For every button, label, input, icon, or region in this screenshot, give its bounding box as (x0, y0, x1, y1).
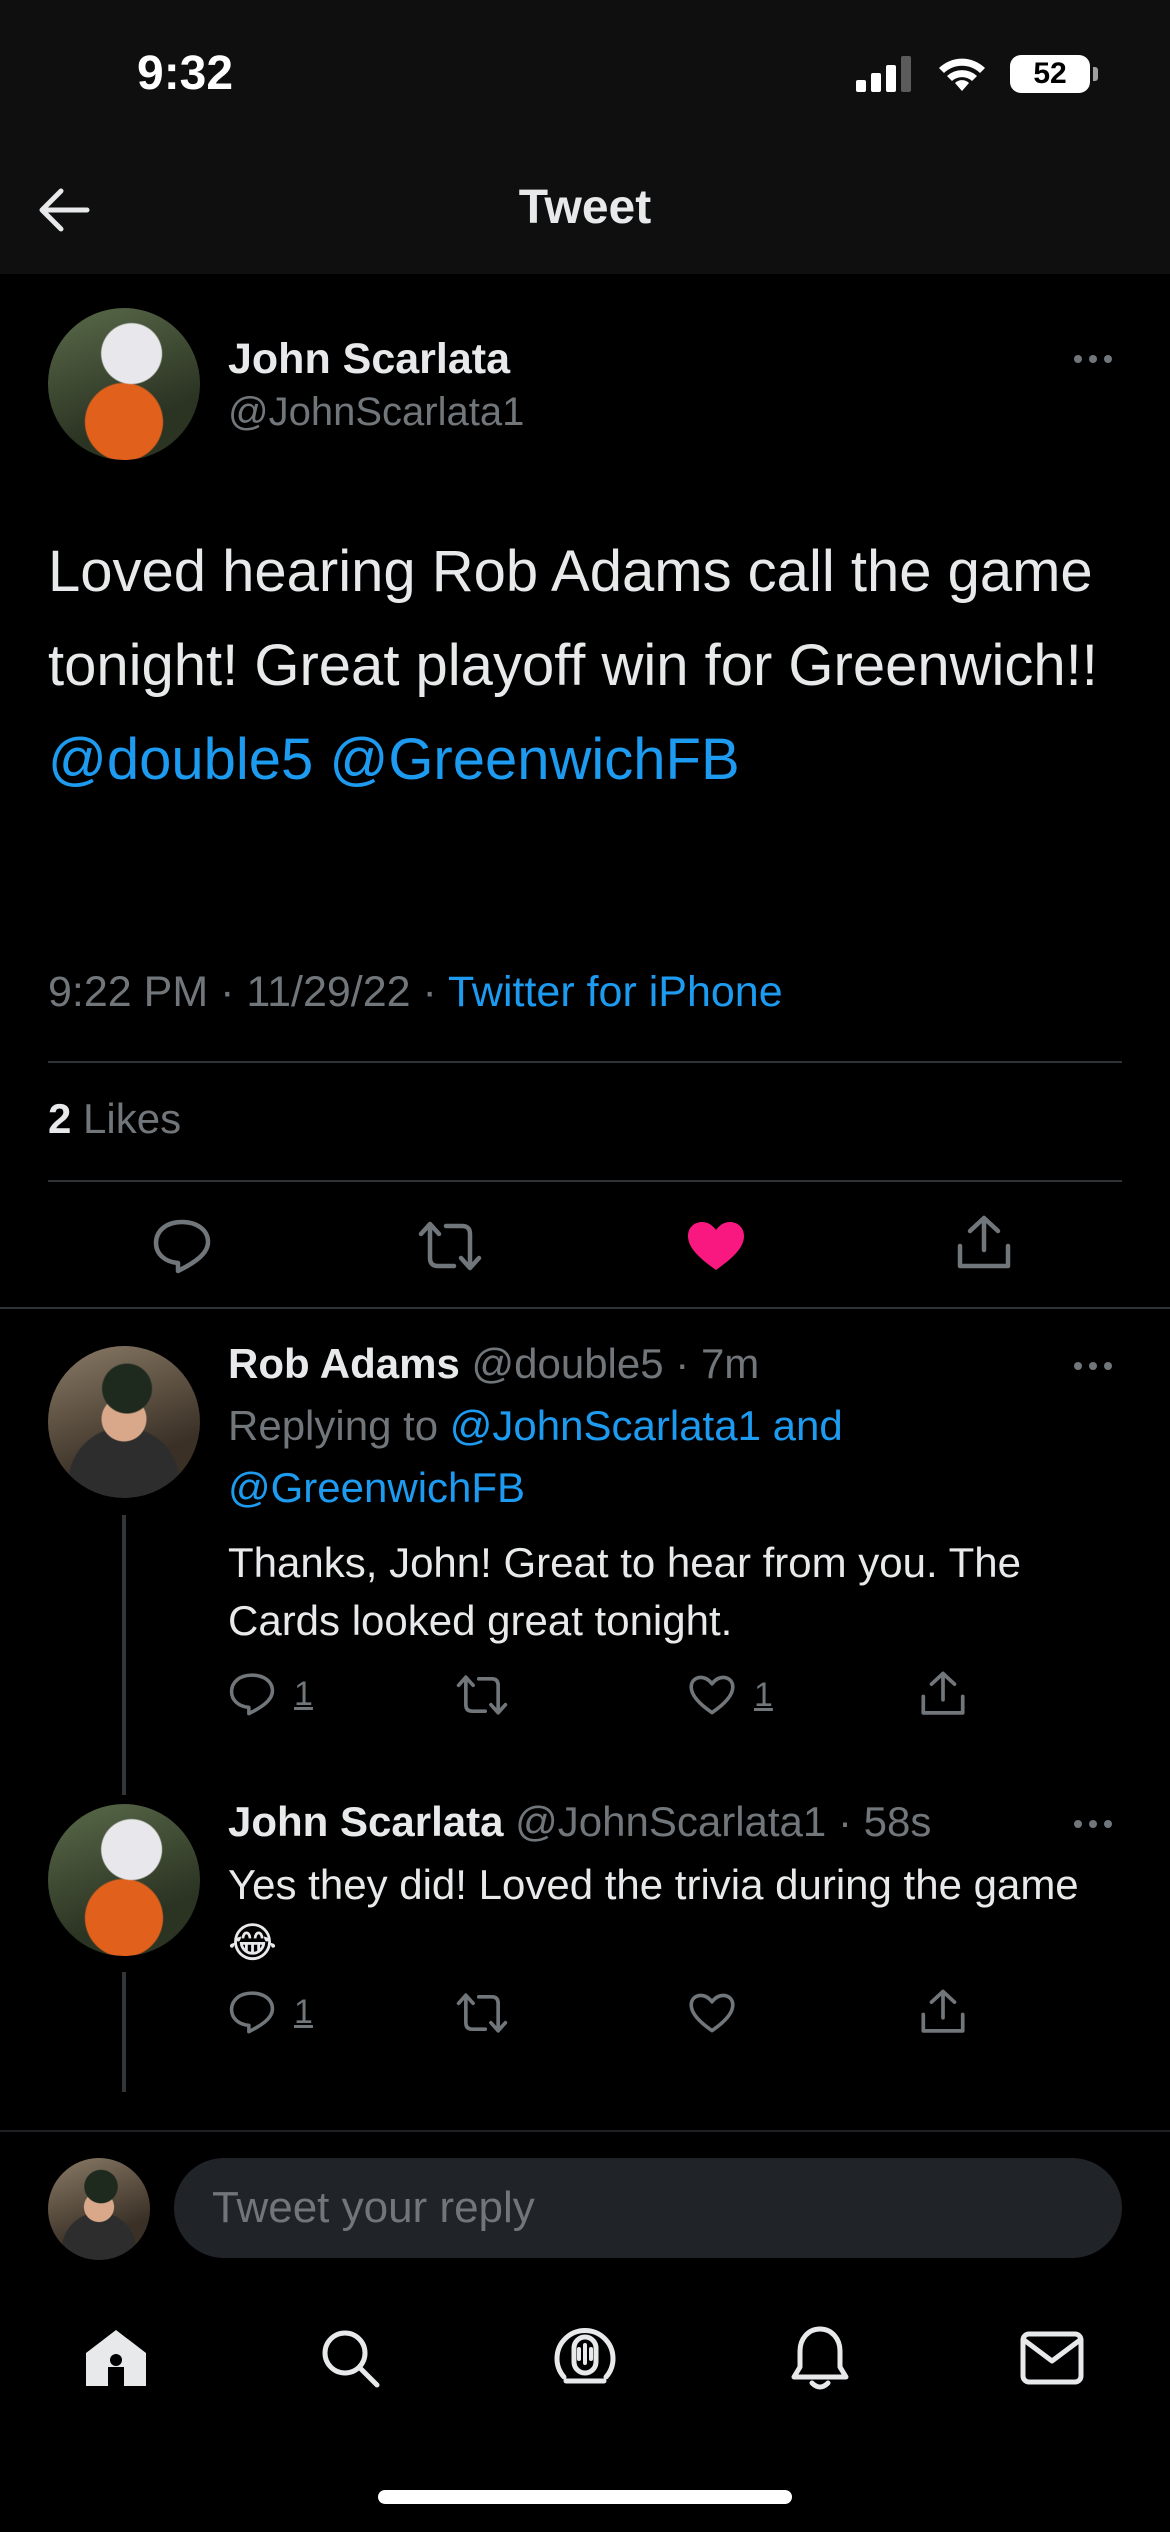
home-icon (86, 2330, 146, 2386)
reply-count: 1 (294, 1992, 313, 2031)
tab-bar (0, 2290, 1170, 2420)
cellular-signal-icon (856, 56, 911, 92)
retweet-icon (456, 1675, 508, 1715)
battery-indicator: 52 (1010, 55, 1098, 93)
reply-header: Rob Adams @double5 · 7m (228, 1340, 760, 1387)
reply-text: Yes they did! Loved the trivia during th… (228, 1861, 1079, 1966)
tweet-date: 11/29/22 (246, 968, 411, 1016)
likes-label: Likes (83, 1095, 182, 1142)
replying-to-link[interactable]: @JohnScarlata1 and (450, 1402, 843, 1449)
replying-to-label: Replying to (228, 1402, 439, 1449)
heart-icon (689, 1993, 735, 2033)
heart-filled-icon (688, 1222, 744, 1270)
wifi-icon (939, 58, 985, 91)
tweet-more-button[interactable] (1074, 355, 1112, 363)
share-button[interactable] (920, 1670, 966, 1718)
likes-row[interactable]: 2 Likes (48, 1095, 181, 1143)
tweet-actions (0, 1210, 1170, 1280)
divider (48, 1180, 1122, 1182)
likes-count: 2 (48, 1095, 72, 1142)
reply-icon (229, 1673, 275, 1716)
share-icon (957, 1215, 1011, 1269)
reply-count: 1 (294, 1674, 313, 1713)
retweet-button[interactable] (456, 1992, 508, 2034)
like-count: 1 (754, 1675, 773, 1714)
tweet-meta: 9:22 PM · 11/29/22 · Twitter for iPhone (48, 968, 783, 1016)
status-bar: 9:32 52 (0, 0, 1170, 150)
tweet-source-link[interactable]: Twitter for iPhone (448, 968, 783, 1016)
reply-more-button[interactable] (1074, 1820, 1112, 1828)
reply-composer (0, 2130, 1170, 2280)
reply-author-handle[interactable]: @JohnScarlata1 (515, 1798, 826, 1845)
header: Tweet (0, 150, 1170, 274)
tweet-author-name[interactable]: John Scarlata (228, 335, 510, 384)
reply-author-name[interactable]: John Scarlata (228, 1798, 503, 1845)
reply-author-handle[interactable]: @double5 (471, 1340, 663, 1387)
search-icon (322, 2330, 380, 2388)
reply-header: John Scarlata @JohnScarlata1 · 58s (228, 1798, 932, 1845)
thread-line (122, 1972, 126, 2092)
tweet-text-body: Loved hearing Rob Adams call the game to… (48, 539, 1098, 698)
reply-avatar[interactable] (48, 1346, 200, 1498)
reply-author-name[interactable]: Rob Adams (228, 1340, 460, 1387)
tab-spaces[interactable] (545, 2318, 625, 2398)
replying-to-link[interactable]: @GreenwichFB (228, 1464, 525, 1512)
spaces-icon (554, 2327, 616, 2384)
status-icons: 52 (856, 55, 1098, 93)
like-button[interactable] (686, 1220, 746, 1272)
tweet-time: 9:22 PM (48, 968, 209, 1016)
retweet-icon (456, 1993, 508, 2033)
reply-button[interactable] (152, 1218, 212, 1274)
thread-line (122, 1515, 126, 1795)
page-title: Tweet (518, 181, 652, 234)
notifications-icon (791, 2326, 849, 2390)
reply-age: 58s (863, 1798, 932, 1845)
reply-avatar[interactable] (48, 1804, 200, 1956)
divider (0, 1307, 1170, 1309)
reply-button[interactable]: 1 (228, 1672, 313, 1716)
reply-button[interactable]: 1 (228, 1990, 313, 2034)
tab-messages[interactable] (1012, 2318, 1092, 2398)
share-button[interactable] (956, 1214, 1012, 1272)
messages-icon (1020, 2331, 1084, 2385)
status-time: 9:32 (137, 47, 234, 100)
retweet-button[interactable] (456, 1674, 508, 1716)
tab-search[interactable] (310, 2318, 390, 2398)
replying-to: Replying to @JohnScarlata1 and (228, 1402, 843, 1450)
like-button[interactable] (688, 1992, 736, 2034)
tab-notifications[interactable] (780, 2318, 860, 2398)
tweet-text: Loved hearing Rob Adams call the game to… (48, 525, 1108, 807)
current-user-avatar[interactable] (48, 2158, 150, 2260)
share-button[interactable] (920, 1988, 966, 2036)
heart-icon (689, 1675, 735, 1715)
tweet-author-handle[interactable]: @JohnScarlata1 (228, 390, 524, 435)
reply-icon (229, 1991, 275, 2034)
reply-age: 7m (700, 1340, 760, 1387)
retweet-button[interactable] (418, 1220, 482, 1272)
retweet-icon (418, 1221, 482, 1271)
share-icon (921, 1989, 965, 2033)
divider (48, 1061, 1122, 1063)
home-indicator[interactable] (378, 2490, 792, 2504)
tab-home[interactable] (76, 2318, 156, 2398)
mention-link[interactable]: @GreenwichFB (329, 727, 739, 792)
author-avatar[interactable] (48, 308, 200, 460)
reply-input[interactable] (174, 2158, 1122, 2258)
reply-more-button[interactable] (1074, 1362, 1112, 1370)
share-icon (921, 1671, 965, 1715)
reply-icon (153, 1219, 211, 1274)
reply-text: Thanks, John! Great to hear from you. Th… (228, 1539, 1021, 1644)
mention-link[interactable]: @double5 (48, 727, 313, 792)
like-button[interactable]: 1 (688, 1674, 773, 1716)
